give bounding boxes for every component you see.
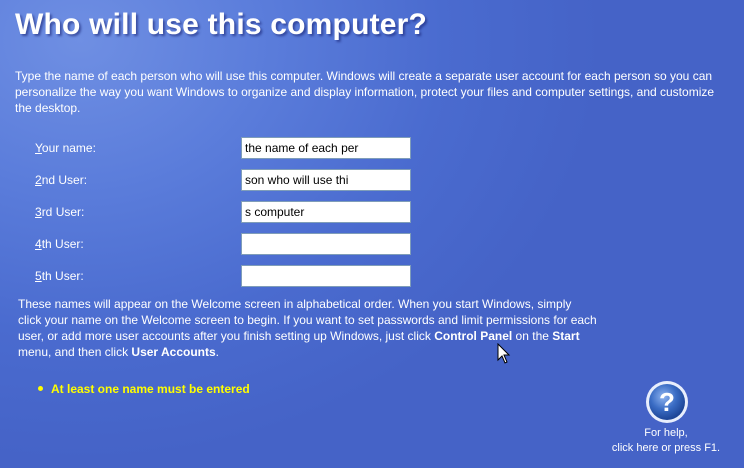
help-link[interactable]: For help, click here or press F1.: [594, 426, 738, 456]
your-name-input[interactable]: [241, 137, 411, 159]
welcome-screen-note: These names will appear on the Welcome s…: [18, 296, 598, 360]
access-key: Y: [35, 141, 42, 155]
fifth-user-input[interactable]: [241, 265, 411, 287]
label-text: nd User:: [41, 173, 88, 187]
fourth-user-label: 4th User:: [35, 237, 84, 251]
mouse-pointer-icon: [497, 343, 511, 364]
validation-warning: At least one name must be entered: [38, 382, 250, 396]
fifth-user-label: 5th User:: [35, 269, 84, 283]
access-key: 2: [35, 173, 42, 187]
label-text: rd User:: [41, 205, 85, 219]
start-menu-text: Start: [552, 329, 580, 343]
second-user-label: 2nd User:: [35, 173, 87, 187]
control-panel-text: Control Panel: [434, 329, 513, 343]
your-name-label: Your name:: [35, 141, 96, 155]
second-user-input[interactable]: [241, 169, 411, 191]
page-title: Who will use this computer?: [15, 8, 428, 41]
label-text: th User:: [41, 237, 84, 251]
access-key: 5: [35, 269, 42, 283]
warning-text: At least one name must be entered: [51, 382, 250, 396]
note-text: on the: [512, 329, 553, 343]
fourth-user-input[interactable]: [241, 233, 411, 255]
label-text: our name:: [41, 141, 96, 155]
help-question-icon[interactable]: ?: [645, 380, 689, 424]
third-user-input[interactable]: [241, 201, 411, 223]
user-accounts-text: User Accounts: [131, 345, 216, 359]
access-key: 3: [35, 205, 42, 219]
svg-text:?: ?: [659, 387, 675, 417]
help-line-2: click here or press F1.: [611, 442, 721, 454]
intro-text: Type the name of each person who will us…: [15, 69, 715, 115]
bullet-icon: [38, 386, 43, 392]
third-user-label: 3rd User:: [35, 205, 84, 219]
help-line-1: For help,: [644, 427, 688, 439]
label-text: th User:: [41, 269, 84, 283]
note-text: .: [215, 345, 219, 359]
note-text: menu, and then click: [18, 345, 132, 359]
access-key: 4: [35, 237, 42, 251]
